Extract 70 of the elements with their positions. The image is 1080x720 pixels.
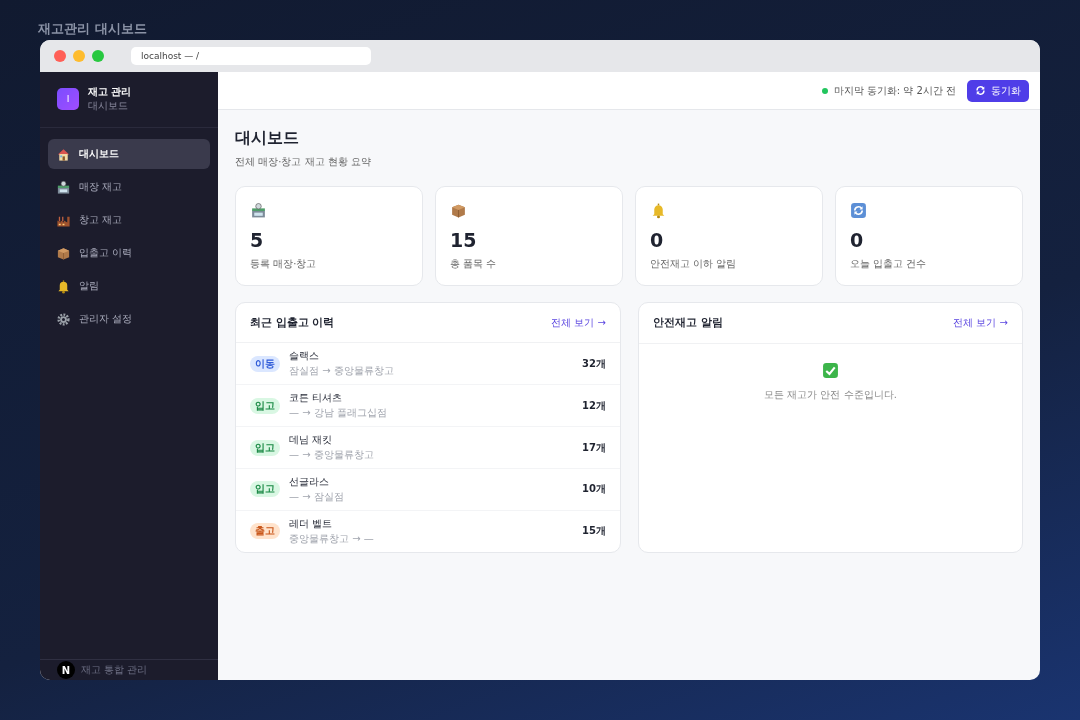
minimize-button[interactable]	[73, 50, 85, 62]
gear-icon	[56, 311, 71, 327]
app-logo: I	[57, 88, 79, 110]
sidebar-item[interactable]: 창고 재고	[48, 205, 210, 235]
route-text: — → 잠실점	[289, 490, 345, 504]
refresh-icon	[975, 85, 986, 96]
sidebar-item[interactable]: 알림	[48, 271, 210, 301]
quantity: 15개	[582, 524, 606, 539]
stat-label: 총 품목 수	[450, 257, 497, 271]
stat-label: 오늘 입출고 건수	[850, 257, 927, 271]
app-name: 재고 관리	[88, 85, 132, 99]
check-icon	[822, 362, 839, 379]
history-row[interactable]: 입고 데님 재킷 — → 중앙물류창고 17개	[236, 427, 620, 469]
panel-title: 안전재고 알림	[653, 316, 723, 330]
bell-icon	[650, 202, 667, 219]
page-subtitle: 전체 매장·창고 재고 현황 요약	[235, 155, 372, 169]
quantity: 17개	[582, 440, 606, 455]
footer-text: 재고 통합 관리	[81, 664, 148, 676]
stat-label: 등록 매장·창고	[250, 257, 317, 271]
history-row[interactable]: 입고 코튼 티셔츠 — → 강남 플래그십점 12개	[236, 385, 620, 427]
type-tag: 입고	[250, 481, 280, 498]
store-icon	[56, 179, 71, 195]
status-dot	[821, 87, 828, 94]
history-row[interactable]: 입고 선글라스 — → 잠실점 10개	[236, 469, 620, 511]
address-bar[interactable]: localhost — /	[131, 47, 371, 65]
page-title: 재고관리 대시보드	[38, 20, 147, 38]
quantity: 10개	[582, 482, 606, 497]
refresh-icon	[850, 202, 867, 219]
sync-button[interactable]: 동기화	[967, 79, 1029, 102]
quantity: 12개	[582, 398, 606, 413]
panel-title: 최근 입출고 이력	[250, 315, 335, 330]
history-row[interactable]: 출고 레더 벨트 중앙물류창고 → — 15개	[236, 511, 620, 552]
route-text: 중앙물류창고 → —	[289, 531, 375, 546]
item-name: 데님 재킷	[289, 433, 334, 447]
sync-status: 마지막 동기화: 약 2시간 전	[833, 83, 956, 98]
item-name: 선글라스	[289, 475, 330, 489]
route-text: 잠실점 → 중앙물류창고	[289, 364, 395, 379]
framework-badge[interactable]: N	[57, 661, 75, 679]
type-tag: 이동	[250, 355, 280, 372]
type-tag: 입고	[250, 439, 280, 456]
item-name: 슬랙스	[289, 349, 320, 364]
sidebar-item[interactable]: 매장 재고	[48, 172, 210, 202]
stat-value: 15	[450, 229, 477, 251]
type-tag: 출고	[250, 523, 280, 540]
empty-message: 모든 재고가 안전 수준입니다.	[764, 388, 897, 402]
stat-value: 0	[850, 229, 864, 251]
app-subtitle: 대시보드	[88, 99, 129, 113]
sidebar-item[interactable]: 입출고 이력	[48, 238, 210, 268]
store-icon	[250, 202, 267, 219]
stat-value: 5	[250, 229, 264, 251]
view-all-link[interactable]: 전체 보기 →	[551, 315, 606, 330]
bell-icon	[56, 278, 71, 294]
sidebar-item[interactable]: 대시보드	[48, 139, 210, 169]
item-name: 레더 벨트	[289, 516, 334, 531]
house-icon	[56, 146, 71, 162]
stat-label: 안전재고 이하 알림	[650, 257, 737, 271]
view-all-link[interactable]: 전체 보기 →	[953, 316, 1008, 330]
route-text: — → 강남 플래그십점	[289, 406, 388, 420]
close-button[interactable]	[54, 50, 66, 62]
maximize-button[interactable]	[92, 50, 104, 62]
stat-value: 0	[650, 229, 664, 251]
page-heading: 대시보드	[235, 128, 300, 149]
history-row[interactable]: 이동 슬랙스 잠실점 → 중앙물류창고 32개	[236, 343, 620, 386]
sidebar-item[interactable]: 관리자 설정	[48, 304, 210, 334]
box-icon	[450, 202, 467, 219]
quantity: 32개	[582, 356, 606, 371]
item-name: 코튼 티셔츠	[289, 391, 344, 405]
type-tag: 입고	[250, 397, 280, 414]
box-icon	[56, 245, 71, 261]
route-text: — → 중앙물류창고	[289, 448, 375, 462]
